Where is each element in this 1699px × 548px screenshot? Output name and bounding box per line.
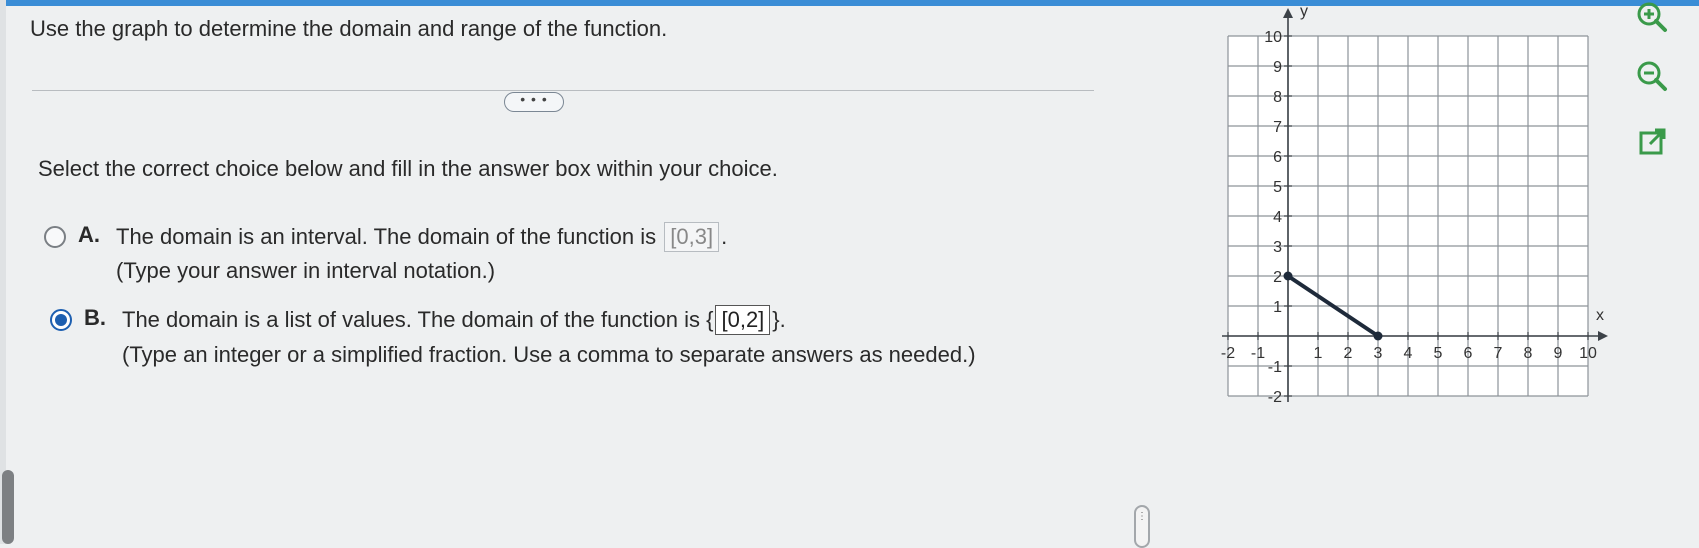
- x-tick-label: 6: [1464, 345, 1473, 362]
- function-graph: x y -2 -1 1 2 3 4 5 6 7 8 9 10 10 9 8 7 6 5 4 3 2 1 -1 -2: [1198, 0, 1628, 425]
- more-button[interactable]: • • •: [504, 92, 564, 112]
- left-scrollbar-thumb[interactable]: [2, 470, 14, 544]
- y-tick-label: 7: [1273, 119, 1282, 136]
- y-tick-label: 2: [1273, 269, 1282, 286]
- x-tick-label: 9: [1554, 345, 1563, 362]
- question-text: Use the graph to determine the domain an…: [30, 16, 668, 41]
- left-panel-edge: [0, 0, 6, 544]
- divider: [32, 90, 1094, 91]
- y-tick-label: 4: [1273, 209, 1282, 226]
- y-tick-label: -2: [1268, 389, 1282, 406]
- y-axis-label: y: [1300, 3, 1308, 20]
- x-tick-label: 7: [1494, 345, 1503, 362]
- option-a-letter: A.: [78, 222, 100, 247]
- y-tick-label: 3: [1273, 239, 1282, 256]
- x-tick-label: 8: [1524, 345, 1533, 362]
- y-tick-label: 6: [1273, 149, 1282, 166]
- y-tick-label: 1: [1273, 299, 1282, 316]
- option-b-radio[interactable]: [50, 309, 72, 331]
- y-axis-arrow: [1283, 8, 1293, 18]
- option-a-hint: (Type your answer in interval notation.): [116, 258, 496, 283]
- x-tick-label: 10: [1579, 345, 1597, 362]
- x-tick-label: 4: [1404, 345, 1413, 362]
- option-b-letter: B.: [84, 305, 106, 330]
- x-tick-label: -2: [1221, 345, 1235, 362]
- segment-endpoint: [1283, 271, 1293, 281]
- x-tick-label: 3: [1374, 345, 1383, 362]
- option-b-closing: }.: [772, 307, 786, 332]
- x-tick-label: -1: [1251, 345, 1265, 362]
- option-b-hint: (Type an integer or a simplified fractio…: [122, 342, 976, 367]
- option-a-period: .: [721, 224, 728, 249]
- option-a-answer-box[interactable]: [0,3]: [664, 222, 720, 252]
- x-tick-label: 1: [1314, 345, 1323, 362]
- option-b-answer-box[interactable]: [0,2]: [715, 305, 771, 335]
- x-tick-label: 2: [1344, 345, 1353, 362]
- option-a-radio[interactable]: [44, 226, 66, 248]
- y-tick-label: 8: [1273, 89, 1282, 106]
- y-tick-label: 5: [1273, 179, 1282, 196]
- option-a-text: The domain is an interval. The domain of…: [116, 224, 657, 249]
- y-tick-label: 10: [1264, 29, 1282, 46]
- zoom-out-icon[interactable]: [1632, 56, 1672, 96]
- zoom-in-icon[interactable]: [1632, 0, 1672, 40]
- segment-endpoint: [1373, 331, 1383, 341]
- y-tick-label: 9: [1273, 59, 1282, 76]
- x-tick-label: 5: [1434, 345, 1443, 362]
- x-axis-arrow: [1598, 331, 1608, 341]
- x-axis-label: x: [1596, 307, 1604, 324]
- option-b-text: The domain is a list of values. The doma…: [122, 307, 714, 332]
- open-external-icon[interactable]: [1632, 122, 1672, 162]
- panel-resize-handle[interactable]: ⋮: [1134, 505, 1150, 548]
- instruction-text: Select the correct choice below and fill…: [38, 156, 778, 181]
- y-tick-label: -1: [1268, 359, 1282, 376]
- graph-svg: x y -2 -1 1 2 3 4 5 6 7 8 9 10 10 9 8 7 6 5 4 3 2 1 -1 -2: [1221, 3, 1608, 406]
